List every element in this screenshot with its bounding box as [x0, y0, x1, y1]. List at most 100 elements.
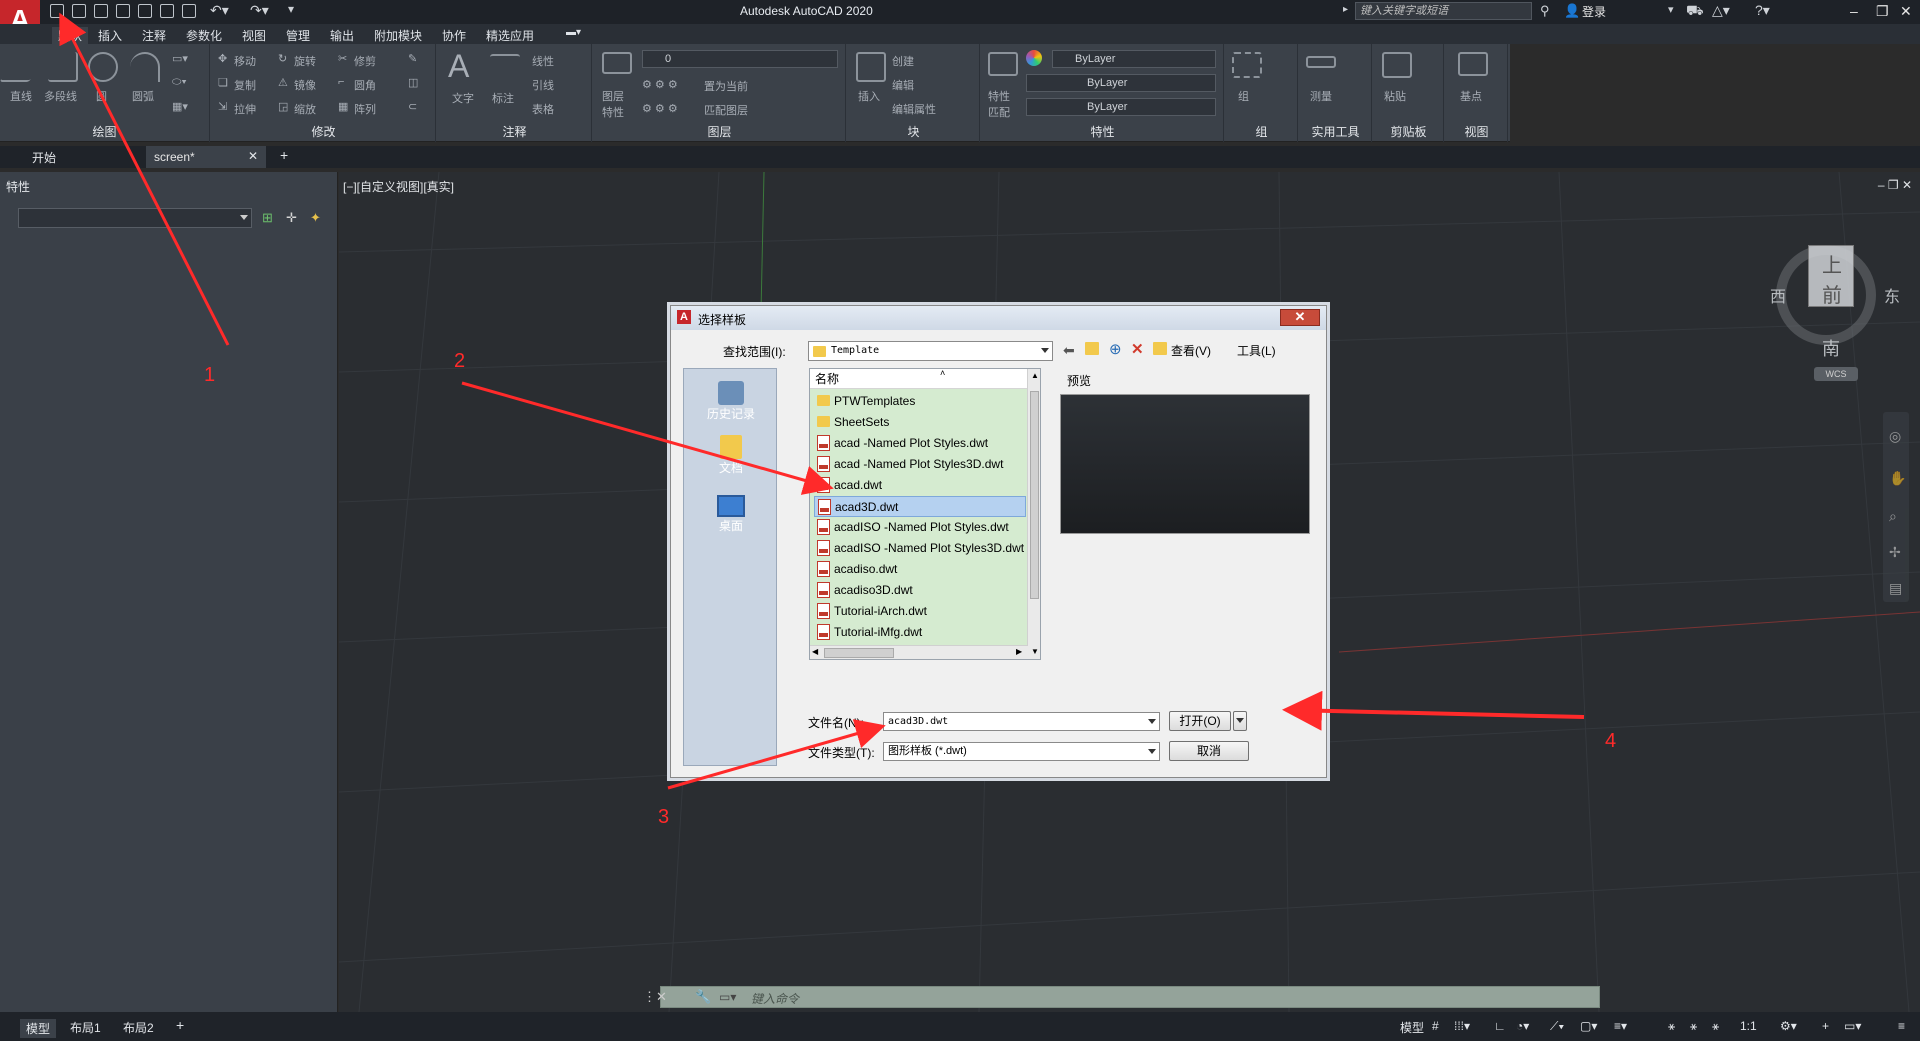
place-history[interactable]: 历史记录 [684, 381, 778, 422]
add-layout-icon[interactable]: + [176, 1017, 184, 1033]
rectangle-icon[interactable]: ▭▾ [172, 52, 188, 65]
showmotion-icon[interactable]: ▤ [1889, 580, 1902, 597]
line-icon[interactable] [0, 52, 47, 82]
color-wheel-icon[interactable] [1026, 50, 1042, 66]
customize-icon[interactable]: 🔧 [695, 989, 711, 1005]
grid-icon[interactable]: # [1432, 1019, 1439, 1033]
ortho-icon[interactable]: ∟ [1494, 1019, 1506, 1033]
text-button[interactable]: 文字 [452, 90, 474, 106]
file-list-item[interactable]: acadiso.dwt [814, 559, 1026, 580]
tab-parametric[interactable]: 参数化 [186, 27, 222, 44]
group-button[interactable]: 组 [1238, 88, 1249, 104]
panel-block-title[interactable]: 块 [848, 123, 979, 140]
annotation-scale-value[interactable]: 1:1 [1740, 1019, 1757, 1033]
quick-select-icon[interactable]: ✦ [310, 210, 321, 226]
circle-button[interactable]: 圆 [96, 88, 107, 104]
units-icon[interactable]: ▭▾ [1844, 1019, 1861, 1033]
redo-icon[interactable]: ↷▾ [250, 2, 269, 19]
cart-icon[interactable]: ⛟ [1686, 2, 1704, 21]
restore-icon[interactable]: ❐ [1876, 3, 1889, 20]
lineweight-icon[interactable]: ≡▾ [1614, 1019, 1627, 1033]
tab-start[interactable]: 开始 [32, 149, 56, 166]
file-list-item[interactable]: acadISO -Named Plot Styles3D.dwt [814, 538, 1026, 559]
scroll-down-icon[interactable]: ▼ [1031, 647, 1039, 656]
scroll-up-icon[interactable]: ▲ [1031, 371, 1039, 380]
color-dropdown[interactable]: ByLayer [1052, 50, 1216, 68]
insert-button[interactable]: 插入 [858, 88, 880, 104]
customization-icon[interactable]: ≡ [1898, 1019, 1905, 1033]
move-icon[interactable]: ✥ [218, 52, 227, 65]
open-icon[interactable] [72, 4, 86, 18]
insert-block-icon[interactable] [856, 52, 886, 82]
tab-featured-apps[interactable]: 精选应用 [486, 27, 534, 44]
panel-utilities-title[interactable]: 实用工具 [1300, 123, 1371, 140]
match-properties-icon[interactable] [988, 52, 1018, 76]
up-folder-icon[interactable] [1085, 342, 1099, 355]
fillet-icon[interactable]: ⌐ [338, 76, 344, 88]
save-as-icon[interactable] [116, 4, 130, 18]
dialog-title-bar[interactable]: A 选择样板 ✕ [671, 306, 1326, 330]
layer-properties-button[interactable]: 图层特性 [602, 88, 632, 120]
snap-icon[interactable]: ⁞⁞⁞▾ [1454, 1019, 1470, 1033]
edit-attributes-button[interactable]: 编辑属性 [892, 101, 936, 117]
new-icon[interactable] [50, 4, 64, 18]
new-tab-icon[interactable]: + [280, 147, 288, 163]
command-grip-icon[interactable]: ⋮✕ [643, 989, 667, 1005]
layer-tools2-icon[interactable]: ⚙ ⚙ ⚙ [642, 102, 678, 115]
panel-draw-title[interactable]: 绘图 [0, 123, 209, 140]
base-view-button[interactable]: 基点 [1460, 88, 1482, 104]
scroll-left-icon[interactable]: ◀ [812, 647, 818, 656]
layer-dropdown[interactable]: 0 [642, 50, 838, 68]
copy-icon[interactable]: ❏ [218, 76, 228, 89]
linetype-dropdown[interactable]: ByLayer [1026, 74, 1216, 92]
move-button[interactable]: 移动 [234, 53, 256, 69]
paste-icon[interactable] [1382, 52, 1412, 78]
file-list-item[interactable]: acad3D.dwt [814, 496, 1026, 517]
steering-wheel-icon[interactable]: ◎ [1889, 428, 1901, 445]
viewport-controls-label[interactable]: [−][自定义视图][真实] [343, 178, 454, 195]
match-properties-button[interactable]: 特性匹配 [988, 88, 1018, 120]
command-input[interactable]: 键入命令 [751, 990, 799, 1007]
undo-icon[interactable]: ↶▾ [210, 2, 229, 19]
mirror-button[interactable]: 镜像 [294, 77, 316, 93]
viewcube[interactable]: 上 前 西 东 南 WCS [1770, 245, 1900, 381]
mirror-icon[interactable]: ⚠ [278, 76, 288, 89]
copy-button[interactable]: 复制 [234, 77, 256, 93]
arc-button[interactable]: 圆弧 [132, 88, 154, 104]
isodraft-icon[interactable]: ⟋▾ [1550, 1019, 1564, 1034]
panel-view-title[interactable]: 视图 [1446, 123, 1507, 140]
create-block-button[interactable]: 创建 [892, 53, 914, 69]
linear-button[interactable]: 线性 [532, 53, 554, 69]
command-line[interactable]: ⋮✕ 🔧 ▭▾ 键入命令 [643, 986, 1600, 1008]
base-view-icon[interactable] [1458, 52, 1488, 76]
ribbon-display-toggle-icon[interactable]: ▬▾ [566, 27, 581, 38]
column-header-name[interactable]: 名称 ˄ [810, 369, 1028, 389]
tab-view[interactable]: 视图 [242, 27, 266, 44]
file-list-item[interactable]: acad -Named Plot Styles3D.dwt [814, 454, 1026, 475]
panel-groups-title[interactable]: 组 [1226, 123, 1297, 140]
tab-collaborate[interactable]: 协作 [442, 27, 466, 44]
hatch-icon[interactable]: ▦▾ [172, 100, 188, 113]
orbit-icon[interactable]: ✢ [1889, 544, 1901, 561]
array-icon[interactable]: ▦ [338, 100, 348, 113]
tab-manage[interactable]: 管理 [286, 27, 310, 44]
text-icon[interactable]: A [448, 48, 469, 85]
plot-icon[interactable] [182, 4, 196, 18]
measure-icon[interactable] [1306, 56, 1336, 68]
zoom-icon[interactable]: ⌕ [1889, 508, 1897, 525]
polar-icon[interactable]: ◔▾ [1516, 1019, 1529, 1033]
stretch-icon[interactable]: ⇲ [218, 100, 227, 113]
minimize-icon[interactable]: – [1850, 3, 1858, 19]
select-objects-icon[interactable]: ✛ [286, 210, 297, 226]
annotation-scale-icon[interactable]: ⚹ [1690, 1019, 1697, 1034]
file-list-item[interactable]: Tutorial-iMfg.dwt [814, 622, 1026, 643]
wcs-menu[interactable]: WCS [1814, 367, 1858, 381]
save-icon[interactable] [94, 4, 108, 18]
compass-west-label[interactable]: 西 [1770, 283, 1786, 307]
file-list-horizontal-scrollbar[interactable]: ◀ ▶ [810, 645, 1028, 659]
scrollbar-thumb[interactable] [824, 648, 894, 658]
panel-modify-title[interactable]: 修改 [212, 123, 435, 140]
viewport-window-controls[interactable]: – ❐ ✕ [1878, 178, 1912, 192]
panel-annotation-title[interactable]: 注释 [438, 123, 591, 140]
stretch-button[interactable]: 拉伸 [234, 101, 256, 117]
